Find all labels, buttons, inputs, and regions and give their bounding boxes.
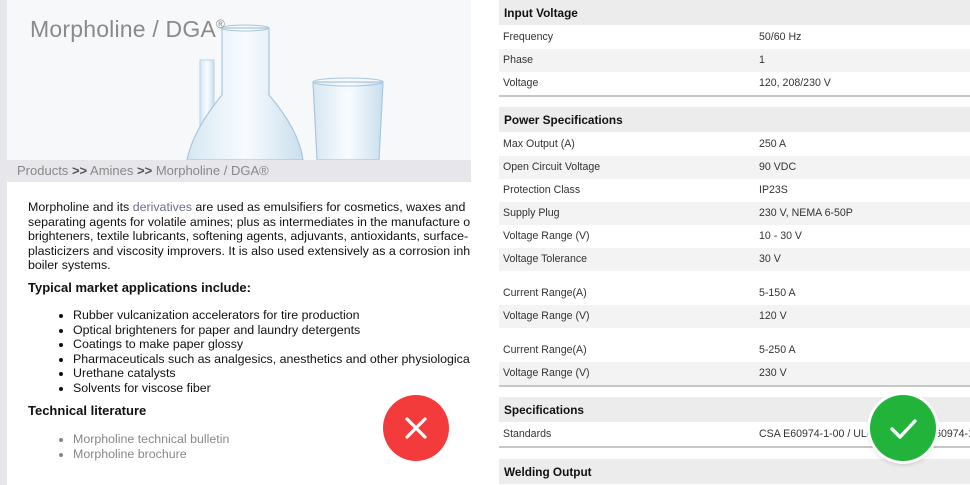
breadcrumb: Products >> Amines >> Morpholine / DGA®	[17, 163, 269, 178]
intro-paragraph: Morpholine and its derivatives are used …	[28, 200, 471, 273]
technical-bulletin-link[interactable]: Morpholine technical bulletin	[73, 432, 229, 447]
brochure-link[interactable]: Morpholine brochure	[73, 447, 229, 462]
table-row: Voltage Tolerance 30 V	[499, 248, 970, 271]
list-item: Solvents for viscose fiber	[73, 381, 470, 396]
section-divider	[499, 95, 970, 97]
table-row: Frequency 50/60 Hz	[503, 31, 802, 43]
section-divider	[499, 385, 970, 387]
table-row: Voltage 120, 208/230 V	[503, 77, 831, 89]
check-icon	[870, 395, 936, 461]
section-heading-input-voltage: Input Voltage	[499, 0, 970, 25]
table-row: Protection Class IP23S	[503, 184, 788, 196]
breadcrumb-products-link[interactable]: Products	[17, 163, 68, 178]
breadcrumb-current: Morpholine / DGA®	[155, 163, 269, 178]
section-heading-welding-output: Welding Output	[499, 459, 970, 484]
derivatives-link[interactable]: derivatives	[133, 200, 192, 214]
hero-title: Morpholine / DGA®	[30, 16, 226, 42]
hero-banner: Morpholine / DGA®	[7, 0, 471, 160]
table-row: Current Range(A) 5-150 A	[503, 287, 796, 299]
table-row: Voltage Range (V) 230 V	[499, 362, 970, 385]
list-item: Pharmaceuticals such as analgesics, anes…	[73, 352, 470, 367]
applications-list: Rubber vulcanization accelerators for ti…	[55, 308, 470, 395]
list-item: Rubber vulcanization accelerators for ti…	[73, 308, 470, 323]
literature-list: Morpholine technical bulletin Morpholine…	[55, 432, 229, 461]
close-icon	[383, 395, 449, 461]
table-row: Voltage Range (V) 120 V	[499, 305, 970, 328]
list-item: Optical brighteners for paper and laundr…	[73, 323, 470, 338]
section-heading-power-specifications: Power Specifications	[499, 107, 970, 132]
table-row: Voltage Range (V) 10 - 30 V	[503, 230, 802, 242]
applications-heading: Typical market applications include:	[28, 280, 251, 295]
registered-mark: ®	[216, 17, 226, 31]
breadcrumb-separator: >>	[71, 163, 88, 178]
breadcrumb-amines-link[interactable]: Amines	[90, 163, 133, 178]
table-row: Phase 1	[499, 49, 970, 72]
list-item: Urethane catalysts	[73, 366, 470, 381]
table-row: Max Output (A) 250 A	[503, 138, 787, 150]
breadcrumb-separator: >>	[137, 163, 153, 178]
literature-heading: Technical literature	[28, 403, 147, 418]
table-row: Supply Plug 230 V, NEMA 6-50P	[499, 202, 970, 225]
table-row: Open Circuit Voltage 90 VDC	[499, 156, 970, 179]
table-row: Current Range(A) 5-250 A	[503, 344, 796, 356]
list-item: Coatings to make paper glossy	[73, 337, 470, 352]
